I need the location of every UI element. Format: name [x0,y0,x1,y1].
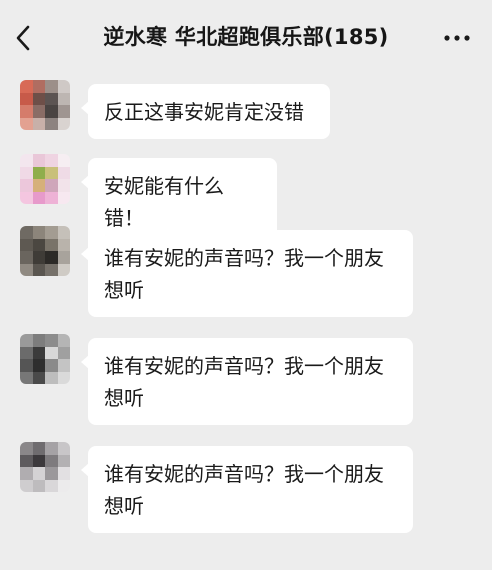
avatar[interactable] [20,154,70,204]
message-text: 安妮能有什么错！ [104,174,224,230]
message-bubble[interactable]: 谁有安妮的声音吗？我一个朋友想听 [81,338,413,425]
message-bubble[interactable]: 谁有安妮的声音吗？我一个朋友想听 [81,446,413,533]
message-text: 谁有安妮的声音吗？我一个朋友想听 [104,354,384,410]
ellipsis-icon [444,35,470,41]
message-text: 谁有安妮的声音吗？我一个朋友想听 [104,462,384,518]
message-bubble[interactable]: 谁有安妮的声音吗？我一个朋友想听 [81,230,413,317]
message-text: 反正这事安妮肯定没错 [104,100,304,124]
more-button[interactable] [442,26,472,50]
message-bubble[interactable]: 反正这事安妮肯定没错 [81,84,330,139]
avatar[interactable] [20,80,70,130]
avatar[interactable] [20,334,70,384]
avatar[interactable] [20,442,70,492]
message-text: 谁有安妮的声音吗？我一个朋友想听 [104,246,384,302]
chat-header: 逆水寒 华北超跑俱乐部(185) [0,0,492,76]
chat-title: 逆水寒 华北超跑俱乐部(185) [103,25,389,49]
avatar[interactable] [20,226,70,276]
